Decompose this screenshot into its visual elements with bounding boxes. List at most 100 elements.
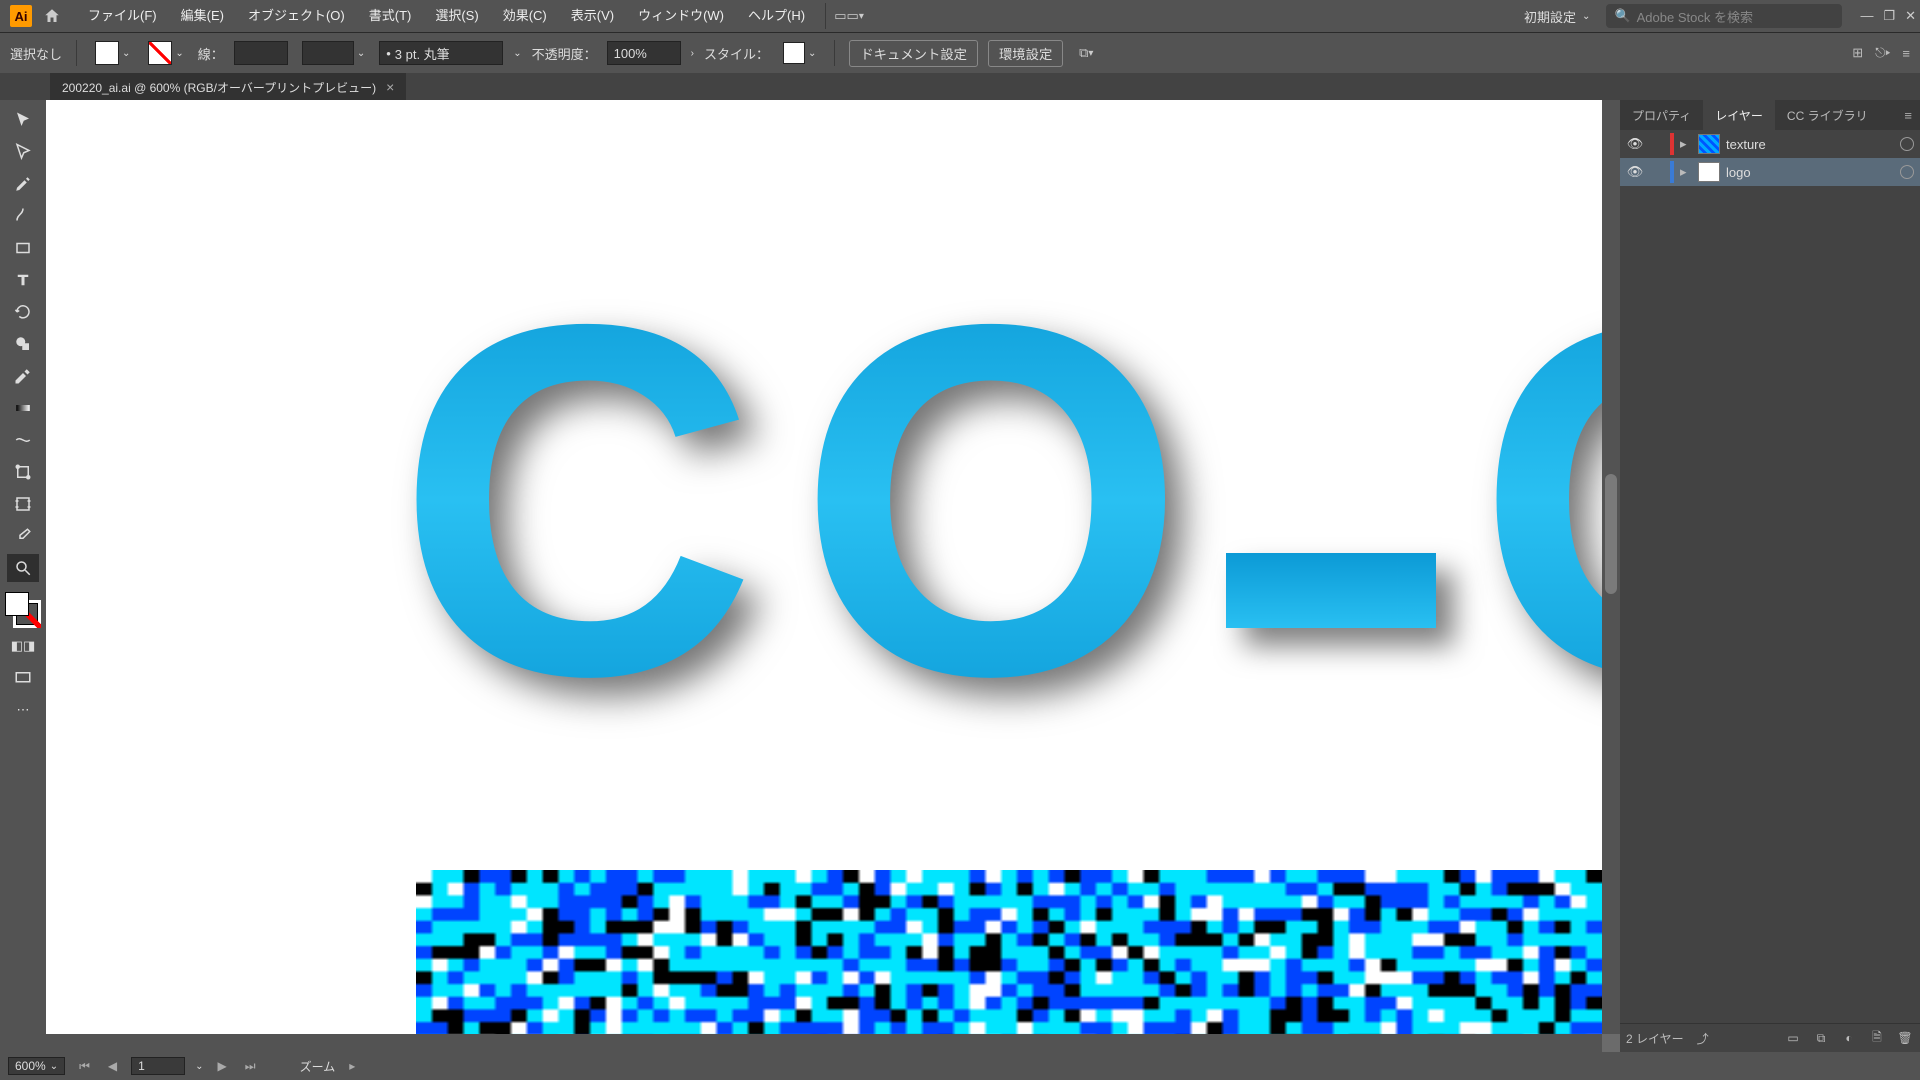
next-artboard-icon[interactable]: ▶ <box>214 1059 231 1073</box>
artwork-texture <box>416 870 1602 1034</box>
tab-layers[interactable]: レイヤー <box>1703 100 1775 130</box>
menu-file[interactable]: ファイル(F) <box>76 0 169 32</box>
artboard-number-field[interactable]: 1 <box>131 1057 185 1075</box>
scrollbar-thumb[interactable] <box>1605 474 1617 594</box>
menu-window[interactable]: ウィンドウ(W) <box>626 0 736 32</box>
target-icon[interactable] <box>1900 165 1914 179</box>
opacity-field[interactable]: 100% <box>607 41 681 65</box>
list-icon[interactable]: ≡ <box>1902 46 1910 61</box>
color-picker-tool[interactable] <box>7 522 39 550</box>
prev-artboard-icon[interactable]: ◀ <box>104 1059 121 1073</box>
canvas-area[interactable]: C O C <box>46 100 1620 1052</box>
vertical-scrollbar[interactable] <box>1602 100 1620 1034</box>
screen-mode-icon[interactable] <box>7 664 39 692</box>
workspace-label: 初期設定 <box>1524 7 1576 26</box>
menu-select[interactable]: 選択(S) <box>423 0 490 32</box>
status-bar: 600% ⌄ ⏮ ◀ 1 ⌄ ▶ ⏭ ズーム ▸ <box>0 1052 1920 1080</box>
tab-cc-libraries[interactable]: CC ライブラリ <box>1775 100 1880 130</box>
chevron-down-icon[interactable]: ⌄ <box>195 1061 203 1072</box>
layer-color-bar <box>1670 133 1674 155</box>
edit-toolbar-icon[interactable]: ⋯ <box>7 696 39 724</box>
locate-layer-icon[interactable]: ⤴ <box>1694 1030 1712 1047</box>
artwork-glyph-c2: C <box>1476 250 1602 750</box>
window-controls: — ❐ ✕ <box>1860 8 1916 24</box>
eyedropper-tool[interactable] <box>7 362 39 390</box>
menubar-right: 初期設定 ⌄ 🔍 Adobe Stock を検索 — ❐ ✕ <box>1516 0 1916 32</box>
graphic-style[interactable]: ⌄ <box>779 42 820 64</box>
menu-object[interactable]: オブジェクト(O) <box>236 0 357 32</box>
stroke-swatch[interactable]: ⌄ <box>144 41 187 65</box>
width-tool[interactable] <box>7 426 39 454</box>
preferences-button[interactable]: 環境設定 <box>988 40 1063 67</box>
fill-stroke-indicator[interactable] <box>5 592 41 628</box>
maximize-icon[interactable]: ❐ <box>1883 8 1895 24</box>
fill-swatch[interactable]: ⌄ <box>91 41 134 65</box>
menu-edit[interactable]: 編集(E) <box>169 0 236 32</box>
chevron-down-icon[interactable]: ⌄ <box>513 48 521 59</box>
home-icon[interactable] <box>38 2 66 30</box>
opacity-flyout-icon[interactable]: › <box>691 48 694 59</box>
layer-row[interactable]: 👁 ▸ texture <box>1620 130 1920 158</box>
rotate-tool[interactable] <box>7 298 39 326</box>
curvature-tool[interactable] <box>7 202 39 230</box>
type-tool[interactable] <box>7 266 39 294</box>
menu-view[interactable]: 表示(V) <box>559 0 626 32</box>
document-tab-title: 200220_ai.ai @ 600% (RGB/オーバープリントプレビュー) <box>62 79 376 96</box>
first-artboard-icon[interactable]: ⏮ <box>75 1059 94 1074</box>
document-tab[interactable]: 200220_ai.ai @ 600% (RGB/オーバープリントプレビュー) … <box>50 73 406 101</box>
close-icon[interactable]: ✕ <box>1905 8 1916 24</box>
draw-mode-icon[interactable]: ◧◨ <box>7 632 39 660</box>
last-artboard-icon[interactable]: ⏭ <box>241 1059 260 1074</box>
stock-search[interactable]: 🔍 Adobe Stock を検索 <box>1606 4 1842 28</box>
layers-panel-footer: 2 レイヤー ⤴ ▭ ⧉ ◐ 🗎 🗑 <box>1620 1023 1920 1052</box>
rectangle-tool[interactable] <box>7 234 39 262</box>
clip-mask-icon[interactable]: ◐ <box>1840 1031 1858 1045</box>
target-icon[interactable] <box>1900 137 1914 151</box>
artwork-glyph-dash <box>1226 553 1436 628</box>
status-flyout-icon[interactable]: ▸ <box>345 1059 359 1073</box>
style-label: スタイル： <box>704 44 769 63</box>
layer-row[interactable]: 👁 ▸ logo <box>1620 158 1920 186</box>
gradient-tool[interactable] <box>7 394 39 422</box>
panel-menu-icon[interactable]: ≡ <box>1896 100 1920 130</box>
horizontal-scrollbar[interactable] <box>46 1034 1602 1052</box>
align-flyout-icon[interactable]: ⧉ ▾ <box>1073 40 1099 66</box>
zoom-field[interactable]: 600% ⌄ <box>8 1057 65 1075</box>
disclosure-icon[interactable]: ▸ <box>1680 136 1692 152</box>
new-sublayer-icon[interactable]: ⧉ <box>1812 1031 1830 1046</box>
grid-icon[interactable]: ⊞ <box>1852 45 1863 61</box>
collect-icon[interactable]: ▭ <box>1784 1031 1802 1045</box>
free-transform-tool[interactable] <box>7 458 39 486</box>
menu-effect[interactable]: 効果(C) <box>491 0 559 32</box>
direct-selection-tool[interactable] <box>7 138 39 166</box>
stroke-weight-field[interactable] <box>234 41 288 65</box>
zoom-tool[interactable] <box>7 554 39 582</box>
workspace-switcher[interactable]: 初期設定 ⌄ <box>1516 7 1598 26</box>
new-layer-icon[interactable]: 🗎 <box>1868 1028 1886 1049</box>
menu-help[interactable]: ヘルプ(H) <box>736 0 817 32</box>
close-tab-icon[interactable]: × <box>386 79 394 95</box>
disclosure-icon[interactable]: ▸ <box>1680 164 1692 180</box>
selection-tool[interactable] <box>7 106 39 134</box>
arrange-documents-icon[interactable]: ▭▭ ▾ <box>825 3 864 29</box>
visibility-icon[interactable]: 👁 <box>1626 164 1644 180</box>
stroke-profile[interactable]: ⌄ <box>298 41 369 65</box>
tab-properties[interactable]: プロパティ <box>1620 100 1703 130</box>
layer-name[interactable]: texture <box>1726 137 1766 152</box>
minimize-icon[interactable]: — <box>1860 8 1873 24</box>
opacity-label: 不透明度： <box>532 44 597 63</box>
layer-name[interactable]: logo <box>1726 165 1751 180</box>
artwork-glyph-c: C <box>396 250 757 750</box>
document-setup-button[interactable]: ドキュメント設定 <box>849 40 978 67</box>
artboard-tool[interactable] <box>7 490 39 518</box>
snap-icon[interactable]: ⎋▸ <box>1875 45 1890 61</box>
pen-tool[interactable] <box>7 170 39 198</box>
menu-type[interactable]: 書式(T) <box>357 0 424 32</box>
fill-color-icon[interactable] <box>5 592 29 616</box>
shape-builder-tool[interactable] <box>7 330 39 358</box>
panel-tabs: プロパティ レイヤー CC ライブラリ ≡ <box>1620 100 1920 130</box>
brush-field[interactable]: • 3 pt. 丸筆 <box>379 41 503 65</box>
visibility-icon[interactable]: 👁 <box>1626 136 1644 152</box>
delete-layer-icon[interactable]: 🗑 <box>1896 1031 1914 1045</box>
artwork-text: C O C <box>396 250 1602 750</box>
